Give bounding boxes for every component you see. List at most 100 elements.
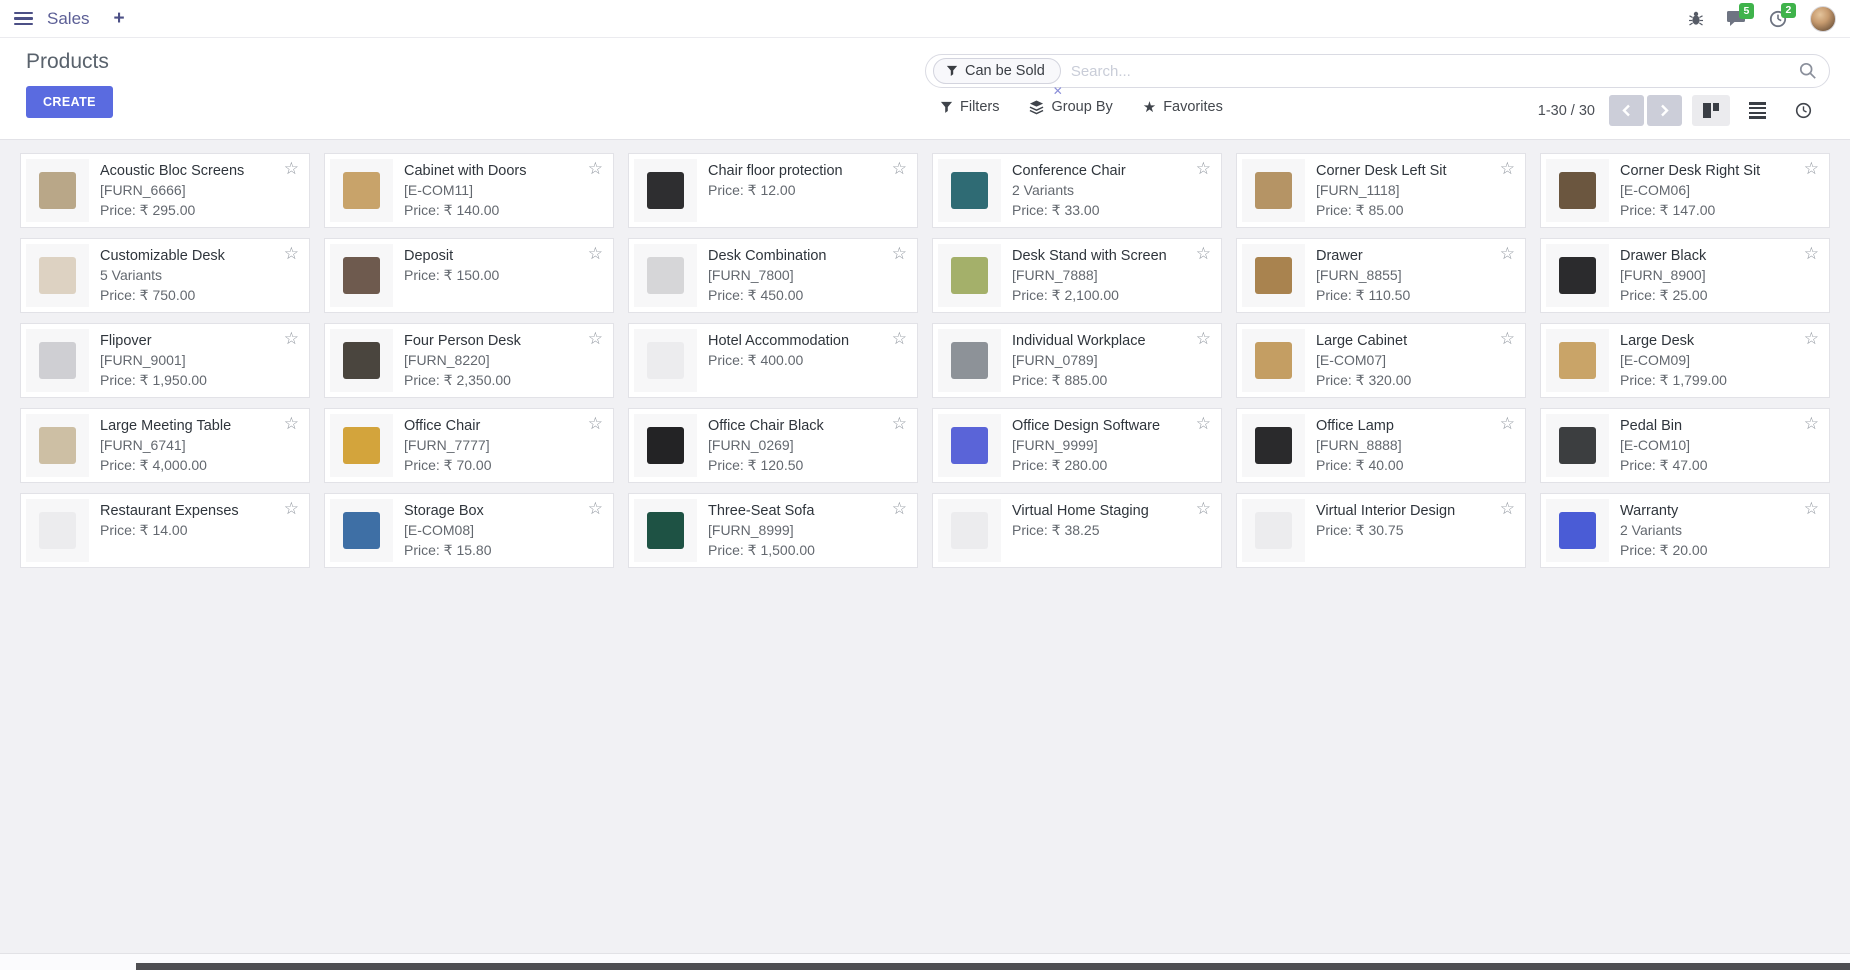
product-card[interactable]: Corner Desk Right Sit[E-COM06]Price: ₹ 1…	[1540, 153, 1830, 228]
debug-bug-icon[interactable]	[1688, 10, 1704, 27]
favorite-star-icon[interactable]: ☆	[892, 329, 907, 349]
hamburger-menu-icon[interactable]	[14, 9, 34, 29]
product-card[interactable]: Large Cabinet[E-COM07]Price: ₹ 320.00☆	[1236, 323, 1526, 398]
favorite-star-icon[interactable]: ☆	[1804, 414, 1819, 434]
favorite-star-icon[interactable]: ☆	[1500, 499, 1515, 519]
product-price: Price: ₹ 110.50	[1316, 286, 1410, 306]
favorite-star-icon[interactable]: ☆	[892, 499, 907, 519]
product-card[interactable]: Desk Stand with Screen[FURN_7888]Price: …	[932, 238, 1222, 313]
create-button[interactable]: CREATE	[26, 86, 113, 118]
product-card[interactable]: Warranty2 VariantsPrice: ₹ 20.00☆	[1540, 493, 1830, 568]
favorite-star-icon[interactable]: ☆	[1804, 329, 1819, 349]
favorites-menu-button[interactable]: ★ Favorites	[1143, 98, 1223, 116]
search-input[interactable]	[1061, 63, 1799, 80]
product-price: Price: ₹ 33.00	[1012, 201, 1126, 221]
prev-page-button[interactable]	[1609, 95, 1644, 126]
favorite-star-icon[interactable]: ☆	[284, 414, 299, 434]
messages-icon[interactable]: 5	[1727, 10, 1746, 27]
favorite-star-icon[interactable]: ☆	[284, 329, 299, 349]
product-card[interactable]: Storage Box[E-COM08]Price: ₹ 15.80☆	[324, 493, 614, 568]
favorite-star-icon[interactable]: ☆	[1804, 159, 1819, 179]
product-card[interactable]: Corner Desk Left Sit[FURN_1118]Price: ₹ …	[1236, 153, 1526, 228]
activity-view-button[interactable]	[1784, 95, 1822, 126]
favorite-star-icon[interactable]: ☆	[588, 329, 603, 349]
product-card[interactable]: Virtual Interior DesignPrice: ₹ 30.75☆	[1236, 493, 1526, 568]
favorite-star-icon[interactable]: ☆	[1196, 499, 1211, 519]
product-card[interactable]: Large Meeting Table[FURN_6741]Price: ₹ 4…	[20, 408, 310, 483]
next-page-button[interactable]	[1647, 95, 1682, 126]
product-card[interactable]: Office Lamp[FURN_8888]Price: ₹ 40.00☆	[1236, 408, 1526, 483]
product-price: Price: ₹ 30.75	[1316, 521, 1455, 541]
search-facet-can-be-sold[interactable]: Can be Sold	[933, 58, 1061, 84]
product-card[interactable]: Desk Combination[FURN_7800]Price: ₹ 450.…	[628, 238, 918, 313]
favorite-star-icon[interactable]: ☆	[892, 159, 907, 179]
search-magnifier-icon[interactable]	[1799, 62, 1817, 80]
product-subtitle: [FURN_0269]	[708, 436, 824, 456]
product-price: Price: ₹ 38.25	[1012, 521, 1149, 541]
product-image	[938, 159, 1001, 222]
list-view-button[interactable]	[1738, 95, 1776, 126]
favorite-star-icon[interactable]: ☆	[1804, 499, 1819, 519]
favorite-star-icon[interactable]: ☆	[1804, 244, 1819, 264]
product-image	[26, 244, 89, 307]
favorite-star-icon[interactable]: ☆	[588, 244, 603, 264]
product-card[interactable]: Individual Workplace[FURN_0789]Price: ₹ …	[932, 323, 1222, 398]
user-avatar[interactable]	[1810, 6, 1836, 32]
favorite-star-icon[interactable]: ☆	[1196, 244, 1211, 264]
product-price: Price: ₹ 1,500.00	[708, 541, 815, 561]
product-card[interactable]: Pedal Bin[E-COM10]Price: ₹ 47.00☆	[1540, 408, 1830, 483]
product-card[interactable]: DepositPrice: ₹ 150.00☆	[324, 238, 614, 313]
favorite-star-icon[interactable]: ☆	[588, 499, 603, 519]
product-card[interactable]: Office Design Software[FURN_9999]Price: …	[932, 408, 1222, 483]
product-card[interactable]: Restaurant ExpensesPrice: ₹ 14.00☆	[20, 493, 310, 568]
product-card[interactable]: Office Chair Black[FURN_0269]Price: ₹ 12…	[628, 408, 918, 483]
favorite-star-icon[interactable]: ☆	[1500, 159, 1515, 179]
favorite-star-icon[interactable]: ☆	[284, 159, 299, 179]
favorite-star-icon[interactable]: ☆	[1500, 244, 1515, 264]
product-card[interactable]: Large Desk[E-COM09]Price: ₹ 1,799.00☆	[1540, 323, 1830, 398]
search-bar[interactable]: Can be Sold ✕	[925, 54, 1830, 88]
product-info: Office Chair[FURN_7777]Price: ₹ 70.00	[393, 414, 514, 477]
product-card[interactable]: Cabinet with Doors[E-COM11]Price: ₹ 140.…	[324, 153, 614, 228]
product-card[interactable]: Acoustic Bloc Screens[FURN_6666]Price: ₹…	[20, 153, 310, 228]
favorite-star-icon[interactable]: ☆	[1196, 159, 1211, 179]
product-card[interactable]: Customizable Desk5 VariantsPrice: ₹ 750.…	[20, 238, 310, 313]
favorite-star-icon[interactable]: ☆	[284, 244, 299, 264]
product-subtitle: [FURN_6741]	[100, 436, 231, 456]
product-image	[26, 414, 89, 477]
product-card[interactable]: Office Chair[FURN_7777]Price: ₹ 70.00 ☆	[324, 408, 614, 483]
view-switcher	[1692, 95, 1822, 126]
product-card[interactable]: Hotel AccommodationPrice: ₹ 400.00 ☆	[628, 323, 918, 398]
favorite-star-icon[interactable]: ☆	[1500, 329, 1515, 349]
layers-icon	[1029, 100, 1044, 115]
favorite-star-icon[interactable]: ☆	[284, 499, 299, 519]
filters-menu-button[interactable]: Filters	[940, 99, 999, 115]
favorite-star-icon[interactable]: ☆	[1196, 329, 1211, 349]
kanban-view-button[interactable]	[1692, 95, 1730, 126]
favorite-star-icon[interactable]: ☆	[892, 244, 907, 264]
product-card[interactable]: Four Person Desk[FURN_8220]Price: ₹ 2,35…	[324, 323, 614, 398]
app-menu-sales[interactable]: Sales	[47, 9, 90, 29]
product-image	[938, 329, 1001, 392]
product-card[interactable]: Drawer Black[FURN_8900]Price: ₹ 25.00☆	[1540, 238, 1830, 313]
favorite-star-icon[interactable]: ☆	[1500, 414, 1515, 434]
product-grid: Acoustic Bloc Screens[FURN_6666]Price: ₹…	[0, 140, 1850, 568]
product-card[interactable]: Flipover[FURN_9001]Price: ₹ 1,950.00☆	[20, 323, 310, 398]
product-card[interactable]: Conference Chair2 VariantsPrice: ₹ 33.00…	[932, 153, 1222, 228]
group-by-menu-button[interactable]: Group By	[1029, 99, 1112, 115]
control-panel: Products CREATE Can be Sold ✕ Filters	[0, 38, 1850, 138]
favorite-star-icon[interactable]: ☆	[1196, 414, 1211, 434]
favorite-star-icon[interactable]: ☆	[588, 159, 603, 179]
facet-remove-icon[interactable]: ✕	[1053, 85, 1063, 97]
product-card[interactable]: Virtual Home StagingPrice: ₹ 38.25☆	[932, 493, 1222, 568]
product-name: Corner Desk Right Sit	[1620, 162, 1760, 181]
product-card[interactable]: Three-Seat Sofa[FURN_8999]Price: ₹ 1,500…	[628, 493, 918, 568]
favorite-star-icon[interactable]: ☆	[892, 414, 907, 434]
activities-clock-icon[interactable]: 2	[1769, 10, 1787, 28]
product-card[interactable]: Drawer[FURN_8855]Price: ₹ 110.50☆	[1236, 238, 1526, 313]
favorite-star-icon[interactable]: ☆	[588, 414, 603, 434]
product-info: Hotel AccommodationPrice: ₹ 400.00	[697, 329, 871, 392]
product-name: Flipover	[100, 332, 207, 351]
product-card[interactable]: Chair floor protectionPrice: ₹ 12.00☆	[628, 153, 918, 228]
plus-icon[interactable]: +	[114, 8, 125, 30]
